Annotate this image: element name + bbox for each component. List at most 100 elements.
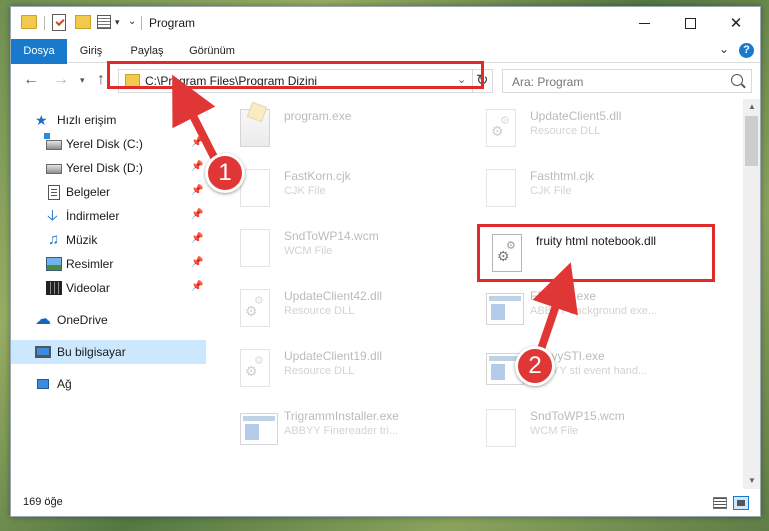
sidebar-item-disk-d[interactable]: Yerel Disk (D:) 📌 <box>11 156 206 180</box>
close-button[interactable]: ✕ <box>713 7 759 39</box>
setup-exe-icon <box>240 109 270 147</box>
item-count: 169 öğe <box>23 496 63 508</box>
tab-home[interactable]: Giriş <box>71 39 111 63</box>
star-icon: ★ <box>35 112 48 128</box>
window-title: Program <box>149 16 196 30</box>
sidebar-item-label: Resimler <box>66 257 114 271</box>
scroll-thumb[interactable] <box>745 116 758 166</box>
file-item[interactable]: UpdateClient5.dll Resource DLL <box>462 99 702 155</box>
file-name: SndToWP14.wcm <box>284 229 379 243</box>
file-name: FRSpec.exe <box>530 289 597 303</box>
blank-file-icon <box>240 229 270 267</box>
file-type: CJK File <box>284 185 326 197</box>
sidebar-item-music[interactable]: ♫ Müzik 📌 <box>11 228 206 252</box>
file-item[interactable]: FRSpec.exe ABBYY background exe... <box>462 279 702 335</box>
drive-icon <box>44 133 62 150</box>
tab-view[interactable]: Görünüm <box>181 39 243 63</box>
file-item[interactable]: program.exe <box>216 99 456 155</box>
sidebar-item-label: İndirmeler <box>66 209 120 223</box>
file-item[interactable]: TrigrammInstaller.exe ABBYY Finereader t… <box>216 399 456 455</box>
folder-icon <box>21 15 37 29</box>
pin-icon[interactable]: 📌 <box>191 185 203 196</box>
help-icon[interactable]: ? <box>739 43 754 58</box>
file-item[interactable]: FastKorn.cjk CJK File <box>216 159 456 215</box>
maximize-button[interactable] <box>667 7 713 39</box>
onedrive-icon: ☁ <box>35 311 51 328</box>
forward-arrow-icon[interactable]: → <box>53 71 69 89</box>
window-exe-icon <box>240 413 278 445</box>
pin-icon[interactable]: 📌 <box>191 209 203 220</box>
navigation-pane: ★ Hızlı erişim Yerel Disk (C:) 📌 Yerel D… <box>11 99 206 489</box>
file-highlight-box <box>477 224 715 282</box>
file-item[interactable]: AbbyySTI.exe ABBYY sti event hand... <box>462 339 702 395</box>
sidebar-item-label: Bu bilgisayar <box>57 345 126 359</box>
new-folder-icon[interactable] <box>75 15 91 29</box>
step-2-badge: 2 <box>515 346 555 386</box>
properties-check-icon[interactable] <box>52 14 66 31</box>
tiles-view-icon[interactable] <box>733 496 749 510</box>
status-bar: 169 öğe <box>11 490 760 516</box>
download-icon: 🡣 <box>47 207 58 224</box>
file-name: program.exe <box>284 109 352 123</box>
sidebar-item-disk-c[interactable]: Yerel Disk (C:) 📌 <box>11 132 206 156</box>
network-icon <box>37 379 49 389</box>
file-list: program.exe UpdateClient5.dll Resource D… <box>216 99 743 489</box>
pictures-icon <box>46 257 62 271</box>
pin-icon[interactable]: 📌 <box>191 281 203 292</box>
search-icon[interactable] <box>731 74 743 86</box>
file-name: SndToWP15.wcm <box>530 409 625 423</box>
file-item[interactable]: UpdateClient42.dll Resource DLL <box>216 279 456 335</box>
scroll-up-icon[interactable]: ▲ <box>748 102 756 111</box>
sidebar-item-videos[interactable]: Videolar 📌 <box>11 276 206 300</box>
file-item[interactable]: Fasthtml.cjk CJK File <box>462 159 702 215</box>
sidebar-item-label: Yerel Disk (C:) <box>66 137 143 151</box>
vertical-scrollbar[interactable]: ▲ ▼ <box>743 99 760 489</box>
tab-share[interactable]: Paylaş <box>121 39 173 63</box>
file-type: ABBYY Finereader tri... <box>284 425 399 437</box>
window-exe-icon <box>486 293 524 325</box>
up-arrow-icon[interactable]: ↑ <box>97 71 105 89</box>
sidebar-item-pictures[interactable]: Resimler 📌 <box>11 252 206 276</box>
pin-icon[interactable]: 📌 <box>191 161 203 172</box>
chevron-down-icon[interactable]: ▾ <box>115 17 120 28</box>
recent-locations-icon[interactable]: ▾ <box>80 75 85 86</box>
step-1-badge: 1 <box>205 153 245 193</box>
search-input[interactable]: Ara: Program <box>502 69 752 93</box>
sidebar-item-onedrive[interactable]: ☁ OneDrive <box>11 308 206 332</box>
details-view-icon[interactable] <box>713 497 727 509</box>
close-icon: ✕ <box>729 15 743 32</box>
file-item[interactable]: UpdateClient19.dll Resource DLL <box>216 339 456 395</box>
pin-icon[interactable]: 📌 <box>191 137 203 148</box>
toolbar-separator <box>44 16 45 30</box>
sidebar-item-documents[interactable]: Belgeler 📌 <box>11 180 206 204</box>
file-name: TrigrammInstaller.exe <box>284 409 399 423</box>
minimize-button[interactable] <box>621 7 667 39</box>
sidebar-item-this-pc[interactable]: Bu bilgisayar <box>11 340 206 364</box>
sidebar-item-label: Belgeler <box>66 185 111 199</box>
sidebar-item-downloads[interactable]: 🡣 İndirmeler 📌 <box>11 204 206 228</box>
pin-icon[interactable]: 📌 <box>191 257 203 268</box>
sidebar-item-quick-access[interactable]: ★ Hızlı erişim <box>11 108 206 132</box>
address-highlight-box <box>107 61 484 89</box>
file-type: Resource DLL <box>284 365 355 377</box>
file-type: CJK File <box>530 185 572 197</box>
customize-toolbar-icon[interactable]: ⌄ <box>128 16 136 27</box>
dll-gear-icon <box>240 289 270 327</box>
pin-icon[interactable]: 📌 <box>191 233 203 244</box>
videos-icon <box>46 281 62 295</box>
expand-ribbon-icon[interactable]: ⌄ <box>719 42 729 56</box>
ribbon-tabs: Dosya Giriş Paylaş Görünüm ⌄ ? <box>11 39 760 95</box>
file-type: Resource DLL <box>530 125 601 137</box>
dll-gear-icon <box>486 109 516 147</box>
file-name: FastKorn.cjk <box>284 169 351 183</box>
back-arrow-icon[interactable]: ← <box>23 71 39 89</box>
search-placeholder: Ara: Program <box>512 75 584 89</box>
file-item[interactable]: SndToWP14.wcm WCM File <box>216 219 456 275</box>
music-icon: ♫ <box>48 231 60 248</box>
file-item[interactable]: SndToWP15.wcm WCM File <box>462 399 702 455</box>
sidebar-item-network[interactable]: Ağ <box>11 372 206 396</box>
file-name: UpdateClient42.dll <box>284 289 383 303</box>
properties-icon[interactable] <box>97 15 111 29</box>
sidebar-item-label: Yerel Disk (D:) <box>66 161 143 175</box>
scroll-down-icon[interactable]: ▼ <box>748 476 756 485</box>
